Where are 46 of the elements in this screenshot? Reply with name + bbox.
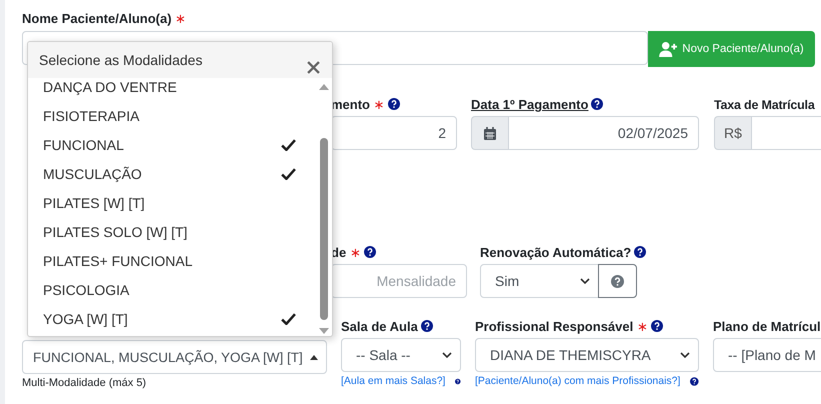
add-user-icon: [659, 42, 678, 56]
link[interactable]: [Aula em mais Salas?]: [341, 375, 446, 387]
help-icon[interactable]: [455, 376, 461, 386]
link[interactable]: [Paciente/Aluno(a) com mais Profissionais?]: [475, 375, 680, 387]
modality-option[interactable]: FISIOTERAPIA: [28, 101, 318, 130]
help-icon[interactable]: [690, 376, 699, 386]
modality-option[interactable]: DANÇA DO VENTRE: [28, 72, 318, 101]
chevron-icon: [580, 278, 590, 284]
modality-option[interactable]: PILATES SOLO [W] [T]: [28, 217, 318, 246]
scroll-up-icon[interactable]: [319, 84, 329, 90]
field-label: Profissional Responsável ∗: [475, 319, 648, 334]
help-icon[interactable]: [634, 246, 646, 258]
field-label: mento ∗: [331, 97, 385, 112]
calendar-icon: [484, 126, 496, 140]
help-button[interactable]: [598, 264, 637, 298]
help-icon[interactable]: [364, 246, 376, 258]
date-field[interactable]: 02/07/2025: [508, 116, 699, 150]
chevron-icon: [442, 352, 452, 358]
field-label: Nome Paciente/Aluno(a) ∗: [22, 11, 186, 26]
field-label: Data 1º Pagamento: [471, 97, 588, 112]
field-label: Sala de Aula: [341, 319, 418, 334]
field-label: Renovação Automática?: [480, 245, 632, 260]
dropdown-select[interactable]: DIANA DE THEMISCYRA: [475, 338, 699, 372]
modality-option[interactable]: YOGA [W] [T]: [28, 304, 318, 333]
modalities-select[interactable]: FUNCIONAL, MUSCULAÇÃO, YOGA [W] [T]: [22, 340, 327, 374]
dropdown-select[interactable]: -- [Plano de M: [713, 338, 821, 372]
modality-option[interactable]: PILATES+ FUNCIONAL: [28, 246, 318, 275]
modality-option[interactable]: PSICOLOGIA: [28, 275, 318, 304]
help-icon[interactable]: [650, 320, 663, 332]
close-icon[interactable]: [307, 60, 320, 74]
help-icon[interactable]: [591, 98, 604, 110]
price-field[interactable]: Mensalidade: [331, 264, 467, 298]
modality-option[interactable]: FUNCIONAL: [28, 130, 318, 159]
field-label: Plano de Matrícul: [713, 319, 821, 334]
currency-addon: R$: [714, 116, 751, 150]
chevron-icon: [680, 352, 690, 358]
help-icon: [611, 274, 624, 288]
help-text: Multi-Modalidade (máx 5): [22, 377, 148, 389]
help-icon[interactable]: [388, 98, 400, 110]
scroll-down-icon[interactable]: [319, 328, 329, 334]
modality-option[interactable]: MUSCULAÇÃO: [28, 159, 318, 188]
modality-option[interactable]: PILATES [W] [T]: [28, 188, 318, 217]
help-icon[interactable]: [420, 320, 433, 332]
field-label: Taxa de Matrícula: [714, 98, 815, 112]
dropdown-select[interactable]: -- Sala --: [341, 338, 461, 372]
popup-title: Selecione as Modalidades: [39, 52, 202, 68]
